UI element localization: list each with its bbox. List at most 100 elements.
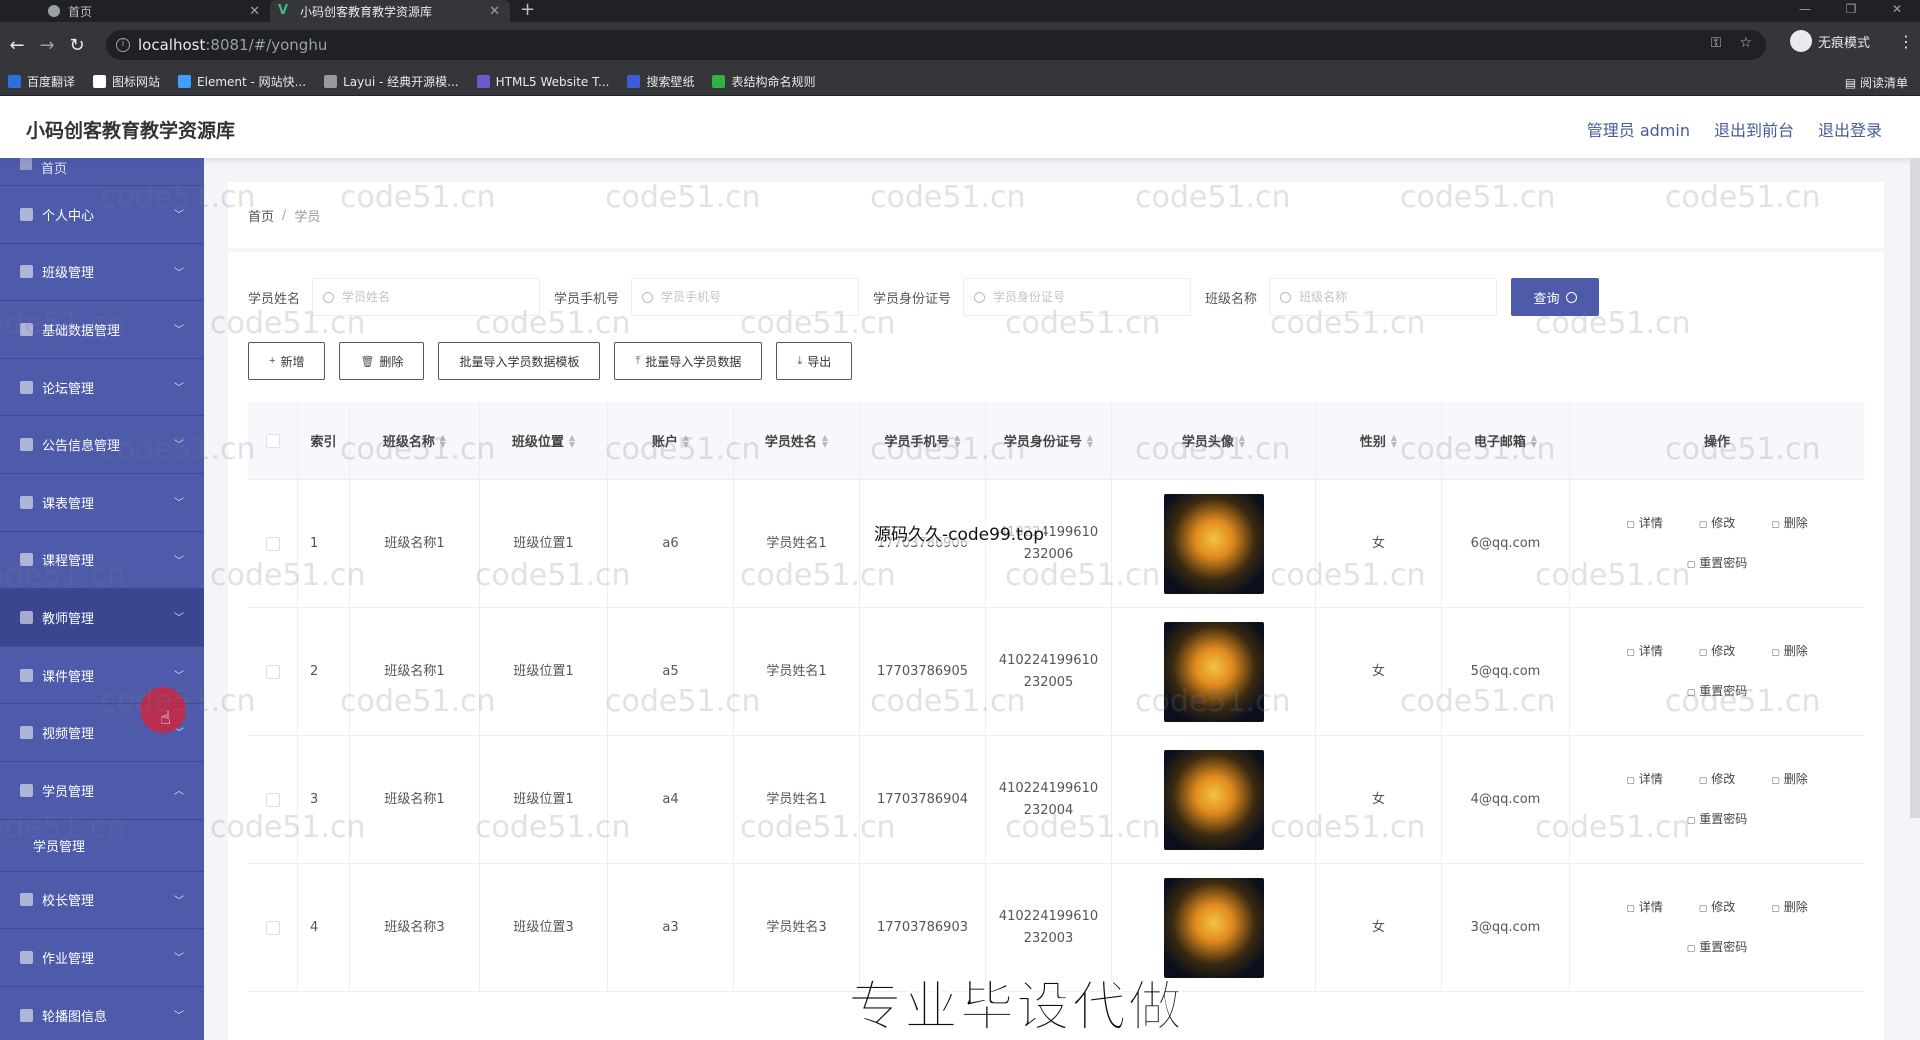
delete-row-button[interactable]: 删除: [1771, 768, 1808, 792]
logout-link[interactable]: 退出登录: [1818, 117, 1882, 141]
bookmark-item[interactable]: Element - 网站快...: [178, 73, 306, 90]
close-icon[interactable]: ✕: [489, 4, 500, 19]
row-checkbox[interactable]: [265, 792, 280, 807]
sort-icon[interactable]: ▲ ▼: [954, 433, 960, 448]
back-icon[interactable]: ←: [2, 35, 32, 56]
bookmark-item[interactable]: 百度翻译: [8, 73, 75, 90]
column-header[interactable]: 学员手机号 ▲ ▼: [860, 402, 986, 479]
close-icon[interactable]: ✕: [249, 4, 260, 19]
column-header[interactable]: 学员头像 ▲ ▼: [1112, 402, 1316, 479]
row-checkbox[interactable]: [265, 664, 280, 679]
reading-list[interactable]: ▤ 阅读清单: [1845, 74, 1908, 91]
incognito-indicator[interactable]: 无痕模式: [1790, 30, 1870, 52]
column-header[interactable]: 账户 ▲ ▼: [608, 402, 734, 479]
select-all-checkbox[interactable]: [265, 433, 280, 448]
minimize-icon[interactable]: —: [1782, 0, 1828, 22]
edit-button[interactable]: 修改: [1699, 640, 1735, 664]
detail-button[interactable]: 详情: [1626, 640, 1663, 664]
search-input[interactable]: [1299, 290, 1480, 304]
sidebar-item[interactable]: 校长管理 ﹀: [0, 872, 204, 930]
bookmark-item[interactable]: 图标网站: [93, 73, 160, 90]
sidebar-item[interactable]: 课表管理 ﹀: [0, 474, 204, 532]
page-scrollbar[interactable]: [1910, 158, 1920, 818]
edit-button[interactable]: 修改: [1699, 512, 1735, 536]
url-input[interactable]: i localhost:8081/#/yonghu ⚿ ☆: [106, 30, 1766, 60]
sidebar-item[interactable]: 个人中心 ﹀: [0, 186, 204, 244]
query-button[interactable]: 查询: [1511, 278, 1600, 316]
column-header[interactable]: 电子邮箱 ▲ ▼: [1442, 402, 1570, 479]
edit-button[interactable]: 修改: [1699, 768, 1735, 792]
breadcrumb-home[interactable]: 首页: [248, 206, 274, 225]
export-button[interactable]: ⤓ 导出: [776, 342, 853, 380]
menu-icon[interactable]: ⋮: [1898, 32, 1914, 51]
edit-button[interactable]: 修改: [1699, 896, 1735, 920]
detail-button[interactable]: 详情: [1626, 768, 1663, 792]
info-icon[interactable]: i: [116, 38, 130, 52]
bookmark-item[interactable]: Layui - 经典开源模...: [324, 73, 459, 90]
batch-import-button[interactable]: ⤒ 批量导入学员数据: [614, 342, 763, 380]
row-checkbox[interactable]: [265, 536, 280, 551]
search-input-box[interactable]: [1269, 278, 1498, 316]
add-button[interactable]: + 新增: [248, 342, 326, 380]
reset-password-button[interactable]: 重置密码: [1687, 936, 1747, 960]
reload-icon[interactable]: ↻: [62, 35, 92, 56]
search-input[interactable]: [993, 290, 1174, 304]
delete-button[interactable]: 🗑 删除: [339, 342, 425, 380]
student-avatar-image[interactable]: [1163, 493, 1264, 594]
sort-icon[interactable]: ▲ ▼: [683, 433, 689, 448]
sidebar-item[interactable]: 教师管理 ﹀: [0, 589, 204, 647]
sort-icon[interactable]: ▲ ▼: [440, 433, 446, 448]
sidebar-item[interactable]: 基础数据管理 ﹀: [0, 301, 204, 359]
search-input-box[interactable]: [312, 278, 541, 316]
sidebar-item[interactable]: 轮播图信息 ﹀: [0, 987, 204, 1040]
forward-icon[interactable]: →: [32, 35, 62, 56]
browser-tab-home[interactable]: 首页 ✕: [40, 0, 270, 22]
bookmark-item[interactable]: 表结构命名规则: [712, 73, 815, 90]
delete-row-button[interactable]: 删除: [1771, 640, 1808, 664]
reset-password-button[interactable]: 重置密码: [1687, 808, 1747, 832]
search-input-box[interactable]: [631, 278, 860, 316]
sidebar-subitem-student-management[interactable]: 学员管理: [0, 819, 204, 872]
sort-icon[interactable]: ▲ ▼: [569, 433, 575, 448]
sidebar-item[interactable]: 学员管理 ︿: [0, 762, 204, 820]
sidebar-item-home[interactable]: 首页: [0, 158, 204, 186]
admin-user-link[interactable]: 管理员 admin: [1587, 117, 1690, 141]
maximize-icon[interactable]: ❐: [1828, 0, 1874, 22]
back-to-frontend-link[interactable]: 退出到前台: [1714, 117, 1794, 141]
delete-row-button[interactable]: 删除: [1771, 896, 1808, 920]
close-window-icon[interactable]: ✕: [1874, 0, 1920, 22]
sort-icon[interactable]: ▲ ▼: [1087, 433, 1093, 448]
new-tab-button[interactable]: +: [510, 0, 545, 22]
sort-icon[interactable]: ▲ ▼: [1531, 433, 1537, 448]
delete-row-button[interactable]: 删除: [1771, 512, 1808, 536]
sidebar-item[interactable]: 课程管理 ﹀: [0, 532, 204, 590]
column-header[interactable]: 学员姓名 ▲ ▼: [734, 402, 860, 479]
sort-icon[interactable]: ▲ ▼: [1391, 433, 1397, 448]
column-header[interactable]: 学员身份证号 ▲ ▼: [986, 402, 1112, 479]
reset-password-button[interactable]: 重置密码: [1687, 552, 1747, 576]
student-avatar-image[interactable]: [1163, 749, 1264, 850]
sidebar-item[interactable]: 作业管理 ﹀: [0, 929, 204, 987]
star-icon[interactable]: ☆: [1739, 35, 1752, 51]
sort-icon[interactable]: ▲ ▼: [1239, 433, 1245, 448]
key-icon[interactable]: ⚿: [1711, 35, 1722, 51]
detail-button[interactable]: 详情: [1626, 512, 1663, 536]
search-input[interactable]: [661, 290, 842, 304]
student-avatar-image[interactable]: [1163, 621, 1264, 722]
search-input-box[interactable]: [963, 278, 1192, 316]
browser-tab-app[interactable]: V 小码创客教育教学资源库 ✕: [270, 0, 510, 22]
sidebar-item[interactable]: 班级管理 ﹀: [0, 244, 204, 302]
import-template-button[interactable]: 批量导入学员数据模板: [438, 342, 601, 380]
bookmark-item[interactable]: 搜索壁纸: [627, 73, 694, 90]
column-header[interactable]: 班级名称 ▲ ▼: [350, 402, 480, 479]
bookmark-item[interactable]: HTML5 Website T...: [476, 75, 609, 89]
column-header[interactable]: 班级位置 ▲ ▼: [480, 402, 608, 479]
sidebar-item[interactable]: 论坛管理 ﹀: [0, 359, 204, 417]
search-input[interactable]: [342, 290, 523, 304]
reset-password-button[interactable]: 重置密码: [1687, 680, 1747, 704]
column-header[interactable]: 性别 ▲ ▼: [1316, 402, 1442, 479]
sort-icon[interactable]: ▲ ▼: [822, 433, 828, 448]
detail-button[interactable]: 详情: [1626, 896, 1663, 920]
row-checkbox[interactable]: [265, 920, 280, 935]
sidebar-item[interactable]: 公告信息管理 ﹀: [0, 416, 204, 474]
